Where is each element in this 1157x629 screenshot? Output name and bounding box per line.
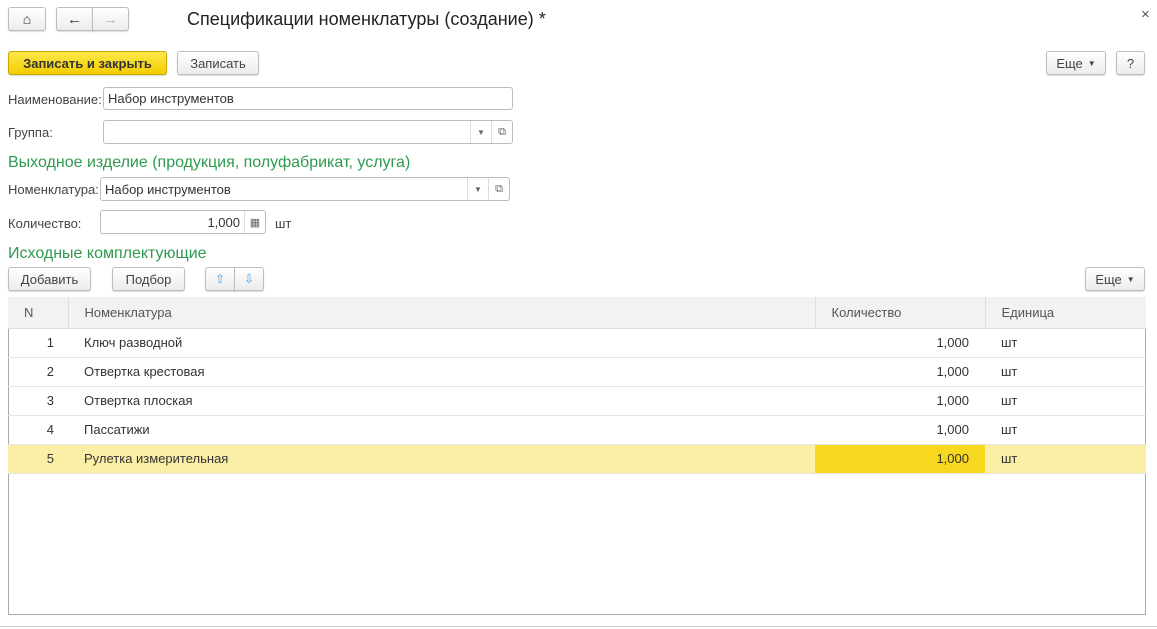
arrow-down-icon: ⇩ xyxy=(243,272,255,286)
calculator-icon[interactable]: ▦ xyxy=(244,211,265,233)
table-row[interactable]: 5 Рулетка измерительная 1,000 шт xyxy=(8,444,1146,474)
open-icon[interactable]: ⧉ xyxy=(488,178,509,200)
row-number[interactable]: 5 xyxy=(8,444,68,474)
col-unit[interactable]: Единица xyxy=(985,297,1146,329)
row-qty[interactable]: 1,000 xyxy=(815,444,985,474)
bottom-divider xyxy=(0,626,1157,627)
row-number[interactable]: 3 xyxy=(8,386,68,416)
row-item[interactable]: Отвертка крестовая xyxy=(68,357,815,387)
row-unit[interactable]: шт xyxy=(985,444,1146,474)
name-field[interactable]: Набор инструментов xyxy=(103,87,513,110)
group-field[interactable]: ▼ ⧉ xyxy=(103,120,513,144)
row-number[interactable]: 4 xyxy=(8,415,68,445)
components-table: N Номенклатура Количество Единица 1 Ключ … xyxy=(8,297,1146,474)
output-heading: Выходное изделие (продукция, полуфабрика… xyxy=(8,154,411,171)
row-unit[interactable]: шт xyxy=(985,357,1146,387)
table-row[interactable]: 1 Ключ разводной 1,000 шт xyxy=(8,328,1146,358)
table-row[interactable]: 3 Отвертка плоская 1,000 шт xyxy=(8,386,1146,416)
row-item[interactable]: Пассатижи xyxy=(68,415,815,445)
row-unit[interactable]: шт xyxy=(985,415,1146,445)
row-qty[interactable]: 1,000 xyxy=(815,328,985,358)
help-button[interactable]: ? xyxy=(1116,51,1145,75)
row-number[interactable]: 2 xyxy=(8,357,68,387)
arrow-up-icon: ⇧ xyxy=(214,272,226,286)
col-qty[interactable]: Количество xyxy=(815,297,986,329)
home-button[interactable]: ⌂ xyxy=(8,7,46,31)
item-field[interactable]: Набор инструментов ▼ ⧉ xyxy=(100,177,510,201)
window-title: Спецификации номенклатуры (создание) * xyxy=(187,9,546,29)
row-unit[interactable]: шт xyxy=(985,386,1146,416)
more-button[interactable]: Еще ▼ xyxy=(1046,51,1106,75)
back-button[interactable]: ← xyxy=(56,7,93,31)
row-item[interactable]: Ключ разводной xyxy=(68,328,815,358)
name-value: Набор инструментов xyxy=(108,91,234,106)
col-item[interactable]: Номенклатура xyxy=(68,297,816,329)
arrow-left-icon: ← xyxy=(67,10,82,28)
row-qty[interactable]: 1,000 xyxy=(815,357,985,387)
dropdown-icon[interactable]: ▼ xyxy=(470,121,491,143)
close-button[interactable]: × xyxy=(1141,6,1150,23)
save-and-close-button[interactable]: Записать и закрыть xyxy=(8,51,167,75)
open-icon[interactable]: ⧉ xyxy=(491,121,512,143)
group-label: Группа: xyxy=(8,125,53,140)
row-qty[interactable]: 1,000 xyxy=(815,415,985,445)
home-icon: ⌂ xyxy=(22,11,32,27)
chevron-down-icon: ▼ xyxy=(1126,274,1135,284)
add-button[interactable]: Добавить xyxy=(8,267,91,291)
row-number[interactable]: 1 xyxy=(8,328,68,358)
more-label: Еще xyxy=(1095,271,1122,287)
chevron-down-icon: ▼ xyxy=(1087,58,1096,68)
components-heading: Исходные комплектующие xyxy=(8,245,207,262)
pick-button[interactable]: Подбор xyxy=(112,267,185,291)
item-label: Номенклатура: xyxy=(8,182,99,197)
name-label: Наименование: xyxy=(8,92,102,107)
qty-label: Количество: xyxy=(8,216,82,231)
arrow-right-icon: → xyxy=(103,10,118,28)
move-down-button[interactable]: ⇩ xyxy=(234,267,264,291)
qty-field[interactable]: 1,000 ▦ xyxy=(100,210,266,234)
qty-unit: шт xyxy=(275,216,292,231)
col-n[interactable]: N xyxy=(8,297,69,329)
move-up-button[interactable]: ⇧ xyxy=(205,267,235,291)
row-item[interactable]: Отвертка плоская xyxy=(68,386,815,416)
dropdown-icon[interactable]: ▼ xyxy=(467,178,488,200)
more-label: Еще xyxy=(1056,55,1083,71)
row-unit[interactable]: шт xyxy=(985,328,1146,358)
row-qty[interactable]: 1,000 xyxy=(815,386,985,416)
item-value: Набор инструментов xyxy=(105,181,231,197)
forward-button[interactable]: → xyxy=(92,7,129,31)
table-more-button[interactable]: Еще ▼ xyxy=(1085,267,1145,291)
table-row[interactable]: 4 Пассатижи 1,000 шт xyxy=(8,415,1146,445)
row-item[interactable]: Рулетка измерительная xyxy=(68,444,815,474)
qty-value: 1,000 xyxy=(207,214,240,230)
table-row[interactable]: 2 Отвертка крестовая 1,000 шт xyxy=(8,357,1146,387)
save-button[interactable]: Записать xyxy=(177,51,259,75)
